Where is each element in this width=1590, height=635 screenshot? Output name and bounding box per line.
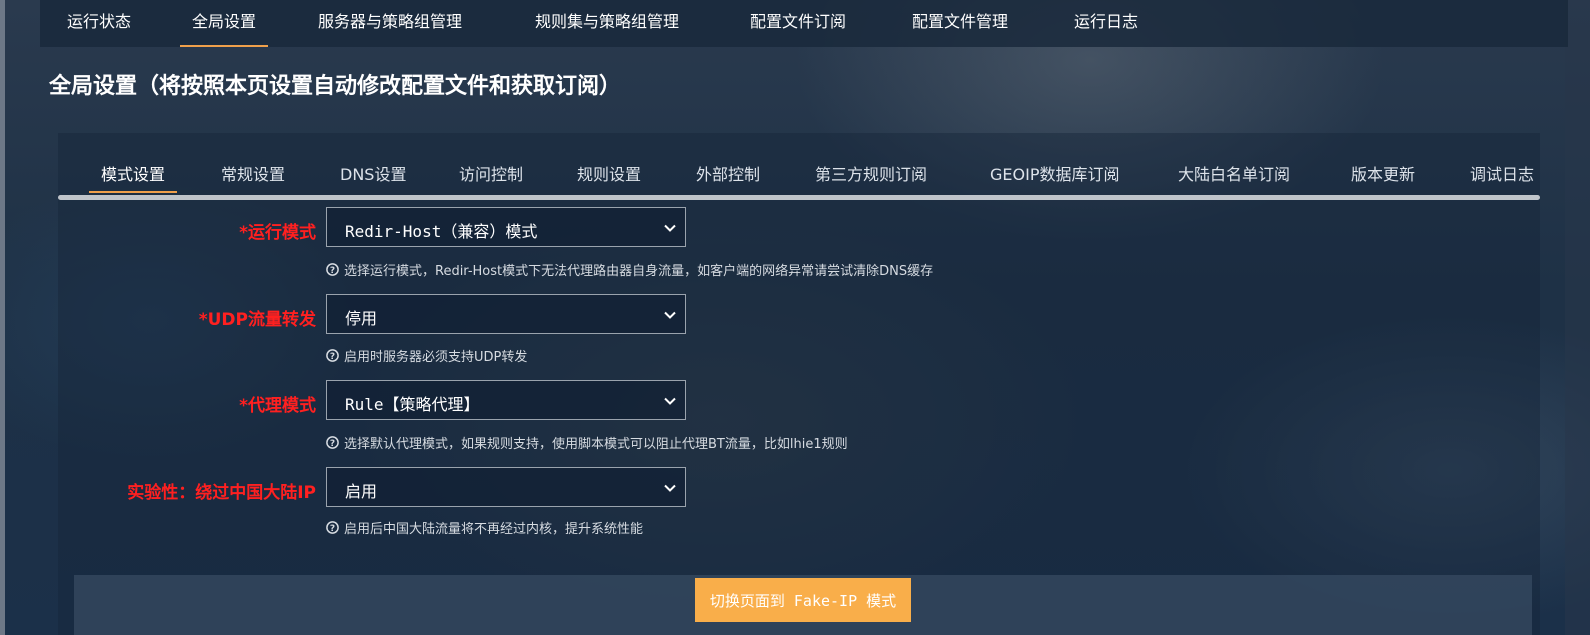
svg-text:?: ?	[330, 439, 335, 449]
run-mode-label: *运行模式	[239, 223, 316, 243]
run-mode-value: Redir-Host（兼容）模式	[345, 222, 538, 241]
left-edge	[0, 0, 5, 635]
tab-config-subscription[interactable]: 配置文件订阅	[750, 0, 846, 47]
proxy-mode-hint-text: 选择默认代理模式，如果规则支持，使用脚本模式可以阻止代理BT流量，比如lhie1…	[344, 437, 848, 452]
udp-forward-value: 停用	[345, 309, 378, 328]
udp-forward-hint: ? 启用时服务器必须支持UDP转发	[326, 346, 527, 365]
chevron-down-icon	[664, 484, 676, 492]
tab-run-logs[interactable]: 运行日志	[1074, 0, 1138, 47]
proxy-mode-value: Rule【策略代理】	[345, 395, 480, 414]
page-title: 全局设置（将按照本页设置自动修改配置文件和获取订阅）	[49, 74, 622, 99]
chevron-down-icon	[664, 397, 676, 405]
subtab-geoip-subscription[interactable]: GEOIP数据库订阅	[990, 161, 1119, 185]
sub-tabs: 模式设置 常规设置 DNS设置 访问控制 规则设置 外部控制 第三方规则订阅 G…	[58, 133, 1540, 195]
subtab-version-update[interactable]: 版本更新	[1351, 161, 1415, 185]
run-mode-hint: ? 选择运行模式，Redir-Host模式下无法代理路由器自身流量，如客户端的网…	[326, 260, 933, 279]
subtab-dns-settings[interactable]: DNS设置	[340, 161, 406, 185]
udp-forward-hint-text: 启用时服务器必须支持UDP转发	[344, 350, 528, 365]
run-mode-hint-text: 选择运行模式，Redir-Host模式下无法代理路由器自身流量，如客户端的网络异…	[344, 264, 934, 279]
proxy-mode-select[interactable]: Rule【策略代理】	[326, 380, 686, 420]
bypass-china-label: 实验性：绕过中国大陆IP	[127, 483, 316, 503]
proxy-mode-label: *代理模式	[239, 396, 316, 416]
question-icon: ?	[326, 349, 339, 362]
bypass-china-hint: ? 启用后中国大陆流量将不再经过内核，提升系统性能	[326, 518, 643, 537]
proxy-mode-hint: ? 选择默认代理模式，如果规则支持，使用脚本模式可以阻止代理BT流量，比如lhi…	[326, 433, 848, 452]
subtab-china-whitelist[interactable]: 大陆白名单订阅	[1178, 161, 1290, 185]
right-scroll-area	[1565, 0, 1590, 635]
subtab-third-party-rules[interactable]: 第三方规则订阅	[815, 161, 927, 185]
subtab-debug-log[interactable]: 调试日志	[1470, 161, 1534, 185]
subtab-access-control[interactable]: 访问控制	[459, 161, 523, 185]
subtab-mode-settings[interactable]: 模式设置	[88, 161, 178, 193]
svg-text:?: ?	[330, 266, 335, 276]
bypass-china-value: 启用	[345, 482, 378, 501]
switch-fake-ip-button[interactable]: 切换页面到 Fake-IP 模式	[695, 578, 911, 622]
svg-text:?: ?	[330, 352, 335, 362]
svg-text:?: ?	[330, 524, 335, 534]
chevron-down-icon	[664, 311, 676, 319]
tab-config-management[interactable]: 配置文件管理	[912, 0, 1008, 47]
udp-forward-select[interactable]: 停用	[326, 294, 686, 334]
subtab-external-control[interactable]: 外部控制	[696, 161, 760, 185]
question-icon: ?	[326, 436, 339, 449]
subtab-general-settings[interactable]: 常规设置	[221, 161, 285, 185]
question-icon: ?	[326, 263, 339, 276]
udp-forward-label: *UDP流量转发	[198, 310, 316, 330]
tab-rulesets-groups[interactable]: 规则集与策略组管理	[535, 0, 679, 47]
tab-global-settings[interactable]: 全局设置	[179, 0, 269, 47]
subtab-divider	[58, 195, 1540, 200]
chevron-down-icon	[664, 224, 676, 232]
settings-panel: 模式设置 常规设置 DNS设置 访问控制 规则设置 外部控制 第三方规则订阅 G…	[58, 133, 1540, 635]
subtab-rule-settings[interactable]: 规则设置	[577, 161, 641, 185]
run-mode-select[interactable]: Redir-Host（兼容）模式	[326, 207, 686, 247]
question-icon: ?	[326, 521, 339, 534]
bypass-china-select[interactable]: 启用	[326, 467, 686, 507]
bypass-china-hint-text: 启用后中国大陆流量将不再经过内核，提升系统性能	[344, 522, 644, 537]
tab-running-status[interactable]: 运行状态	[67, 0, 131, 47]
top-nav: 运行状态 全局设置 服务器与策略组管理 规则集与策略组管理 配置文件订阅 配置文…	[40, 0, 1568, 47]
tab-servers-groups[interactable]: 服务器与策略组管理	[318, 0, 462, 47]
